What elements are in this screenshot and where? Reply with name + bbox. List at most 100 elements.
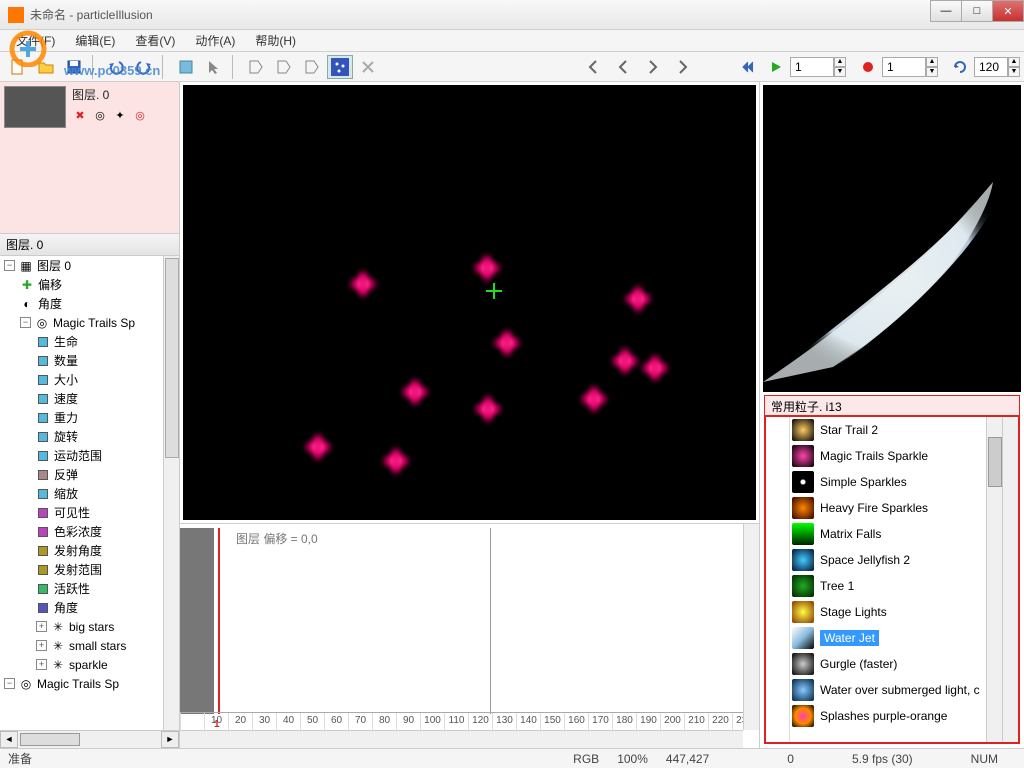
- tree-row[interactable]: 生命: [0, 332, 179, 351]
- nav-prev[interactable]: [611, 55, 637, 79]
- play-button[interactable]: [763, 55, 789, 79]
- loop-button[interactable]: [947, 55, 973, 79]
- timeline[interactable]: 图层 偏移 = 0,0 1 10203040506070809010011012…: [180, 523, 759, 748]
- minimize-button[interactable]: —: [930, 0, 962, 22]
- tool-d[interactable]: [299, 55, 325, 79]
- timeline-ruler[interactable]: 1020304050607080901001101201301401501601…: [180, 712, 743, 730]
- tree-row[interactable]: 发射角度: [0, 541, 179, 560]
- undo-button[interactable]: [103, 55, 129, 79]
- tree-row[interactable]: ✚偏移: [0, 275, 179, 294]
- nav-last[interactable]: [667, 55, 693, 79]
- tree-row[interactable]: 可见性: [0, 503, 179, 522]
- library-item[interactable]: Magic Trails Sparkle: [790, 443, 986, 469]
- playhead[interactable]: [218, 528, 220, 714]
- close-button[interactable]: ✕: [992, 0, 1024, 22]
- tree-row[interactable]: 反弹: [0, 465, 179, 484]
- tree-row[interactable]: 速度: [0, 389, 179, 408]
- loop-input[interactable]: [974, 57, 1008, 77]
- emitter-cursor[interactable]: [486, 283, 502, 299]
- rewind-button[interactable]: [735, 55, 761, 79]
- tree-row[interactable]: 数量: [0, 351, 179, 370]
- status-num: NUM: [971, 752, 998, 766]
- app-icon: [8, 7, 24, 23]
- tree-row[interactable]: 缩放: [0, 484, 179, 503]
- particles-tool[interactable]: [327, 55, 353, 79]
- loop-up[interactable]: ▲: [1008, 57, 1020, 67]
- timeline-label: 图层 偏移 = 0,0: [236, 530, 318, 547]
- tree-row[interactable]: 大小: [0, 370, 179, 389]
- target2-icon[interactable]: ◎: [132, 107, 148, 123]
- library-categories[interactable]: [766, 417, 790, 742]
- tool-b[interactable]: [243, 55, 269, 79]
- layer-thumbnail[interactable]: [4, 86, 66, 128]
- maximize-button[interactable]: □: [961, 0, 993, 22]
- layer-tree[interactable]: −▦图层 0✚偏移◐角度−◎Magic Trails Sp生命数量大小速度重力旋…: [0, 256, 179, 730]
- tree-row[interactable]: +✳sparkle: [0, 655, 179, 674]
- tree-row[interactable]: 运动范围: [0, 446, 179, 465]
- frame-up[interactable]: ▲: [834, 57, 846, 67]
- status-frame: 0: [787, 752, 794, 766]
- tree-row[interactable]: −▦图层 0: [0, 256, 179, 275]
- library-item[interactable]: Star Trail 2: [790, 417, 986, 443]
- viewport[interactable]: [183, 85, 756, 520]
- preview[interactable]: [763, 85, 1021, 392]
- spark-icon[interactable]: ✦: [112, 107, 128, 123]
- frame-down[interactable]: ▼: [834, 67, 846, 77]
- tree-header: 图层. 0: [0, 234, 179, 256]
- library-item[interactable]: Splashes purple-orange: [790, 703, 986, 729]
- library-item[interactable]: Tree 1: [790, 573, 986, 599]
- tree-row[interactable]: +✳small stars: [0, 636, 179, 655]
- menu-action[interactable]: 动作(A): [185, 30, 245, 51]
- new-button[interactable]: [5, 55, 31, 79]
- library-item[interactable]: Heavy Fire Sparkles: [790, 495, 986, 521]
- pointer-tool[interactable]: [201, 55, 227, 79]
- library-item[interactable]: Water over submerged light, c: [790, 677, 986, 703]
- menu-edit[interactable]: 编辑(E): [65, 30, 125, 51]
- menu-view[interactable]: 查看(V): [125, 30, 185, 51]
- loop-down[interactable]: ▼: [1008, 67, 1020, 77]
- tool-e[interactable]: [355, 55, 381, 79]
- record-button[interactable]: [855, 55, 881, 79]
- timeline-vscroll[interactable]: [743, 524, 759, 730]
- tree-row[interactable]: −◎Magic Trails Sp: [0, 674, 179, 693]
- record-input[interactable]: [882, 57, 926, 77]
- delete-icon[interactable]: ✖: [72, 107, 88, 123]
- tree-row[interactable]: −◎Magic Trails Sp: [0, 313, 179, 332]
- menu-help[interactable]: 帮助(H): [245, 30, 306, 51]
- nav-next[interactable]: [639, 55, 665, 79]
- tool-c[interactable]: [271, 55, 297, 79]
- status-fps: 5.9 fps (30): [852, 752, 913, 766]
- titlebar: 未命名 - particleIllusion — □ ✕: [0, 0, 1024, 30]
- nav-first[interactable]: [583, 55, 609, 79]
- save-button[interactable]: [61, 55, 87, 79]
- library-item[interactable]: Simple Sparkles: [790, 469, 986, 495]
- tree-row[interactable]: 发射范围: [0, 560, 179, 579]
- tree-row[interactable]: ◐角度: [0, 294, 179, 313]
- frame-input[interactable]: [790, 57, 834, 77]
- open-button[interactable]: [33, 55, 59, 79]
- library-scroll-inner[interactable]: [986, 417, 1002, 742]
- library-item[interactable]: Gurgle (faster): [790, 651, 986, 677]
- library-scroll-outer[interactable]: [1002, 417, 1018, 742]
- library-item[interactable]: Water Jet: [790, 625, 986, 651]
- tree-row[interactable]: 旋转: [0, 427, 179, 446]
- tree-row[interactable]: 重力: [0, 408, 179, 427]
- rec-down[interactable]: ▼: [926, 67, 938, 77]
- timeline-hscroll[interactable]: [180, 730, 743, 748]
- library-item[interactable]: Space Jellyfish 2: [790, 547, 986, 573]
- library-item[interactable]: Matrix Falls: [790, 521, 986, 547]
- status-coords: 447,427: [666, 752, 709, 766]
- library-list[interactable]: Star Trail 2Magic Trails SparkleSimple S…: [790, 417, 986, 742]
- status-rgb: RGB: [573, 752, 599, 766]
- rec-up[interactable]: ▲: [926, 57, 938, 67]
- tree-row[interactable]: 活跃性: [0, 579, 179, 598]
- target-icon[interactable]: ◎: [92, 107, 108, 123]
- tree-row[interactable]: 角度: [0, 598, 179, 617]
- library-item[interactable]: Stage Lights: [790, 599, 986, 625]
- tool-a[interactable]: [173, 55, 199, 79]
- redo-button[interactable]: [131, 55, 157, 79]
- tree-hscroll[interactable]: ◄►: [0, 730, 179, 748]
- menu-file[interactable]: 文件(F): [6, 30, 65, 51]
- tree-row[interactable]: 色彩浓度: [0, 522, 179, 541]
- tree-row[interactable]: +✳big stars: [0, 617, 179, 636]
